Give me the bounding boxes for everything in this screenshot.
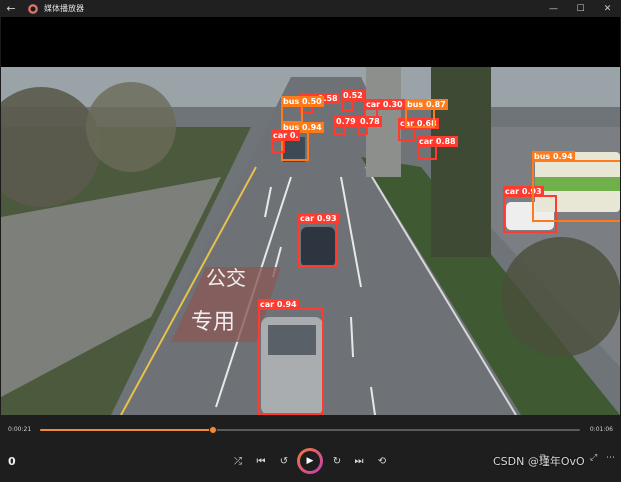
shuffle-button[interactable]: ⤮ [229, 453, 247, 469]
rewind-10-button[interactable]: ↺ [275, 453, 293, 469]
detection-box: bus 0.50 [281, 96, 324, 123]
current-time: 0:00:21 [8, 426, 32, 433]
app-logo-icon [28, 3, 38, 14]
detection-box: bus 0.94 [532, 151, 620, 222]
rewind-10-icon: ↺ [279, 455, 289, 467]
minimize-button[interactable]: — [540, 0, 567, 17]
detection-label: car 0. [271, 130, 301, 141]
detection-box: 0.79 [334, 116, 358, 135]
detection-box: car 0. [271, 130, 301, 153]
forward-30-icon: ↻ [332, 455, 342, 467]
window-title: 媒体播放器 [44, 4, 84, 13]
next-button[interactable]: ⏭ [350, 453, 368, 469]
total-time: 0:01:06 [589, 426, 613, 433]
detection-label: car 0.30 [364, 99, 405, 110]
play-icon: ▶ [306, 456, 314, 466]
detection-label: 0.78 [358, 116, 382, 127]
seek-bar-fill [40, 429, 213, 431]
detection-label: car 0.93 [298, 213, 339, 224]
skip-next-icon: ⏭ [354, 455, 364, 467]
detection-box: car 0.68 [398, 118, 439, 141]
detection-label: 0.52 [341, 90, 365, 101]
volume-value: 0 [8, 455, 16, 468]
seek-bar[interactable] [40, 426, 580, 434]
title-bar: ← 媒体播放器 — ☐ ✕ [0, 0, 621, 17]
detection-box: car 0.88 [417, 136, 458, 160]
bus-lane-text-1: 公交 [206, 266, 246, 290]
bus-lane-text-2: 专用 [191, 310, 235, 335]
forward-30-button[interactable]: ↻ [328, 453, 346, 469]
back-button[interactable]: ← [0, 0, 22, 17]
detection-label: car 0.94 [258, 299, 299, 310]
repeat-icon: ⟲ [377, 455, 387, 467]
skip-previous-icon: ⏮ [256, 455, 266, 467]
shuffle-icon: ⤮ [234, 455, 242, 467]
maximize-icon: ☐ [576, 3, 585, 14]
player-controls: 0:00:21 0:01:06 0 ⤮ ⏮ ↺ ▶ ↻ ⏭ ⟲ ⧉ ⤢ ⋯ [0, 415, 621, 482]
play-button[interactable]: ▶ [297, 448, 323, 474]
close-button[interactable]: ✕ [594, 0, 621, 17]
watermark-text: CSDN @瑾年OvO [493, 455, 585, 468]
minimize-icon: — [549, 3, 558, 14]
detection-box: car 0.94 [258, 299, 324, 415]
seek-thumb[interactable] [208, 426, 217, 434]
detection-box: 0.78 [358, 116, 382, 135]
maximize-button[interactable]: ☐ [567, 0, 594, 17]
video-frame[interactable]: 公交 专用 car 0.94 car 0.93 car 0.93 bus 0.9… [1, 67, 620, 415]
detection-label: 0.79 [334, 116, 358, 127]
fullscreen-button[interactable]: ⤢ [590, 453, 597, 463]
repeat-button[interactable]: ⟲ [373, 453, 391, 469]
more-options-button[interactable]: ⋯ [606, 453, 615, 463]
close-icon: ✕ [603, 3, 612, 14]
detection-label: bus 0.50 [281, 96, 324, 107]
detection-box: car 0.93 [298, 213, 339, 267]
detection-box: bus 0.87 [405, 99, 448, 128]
arrow-left-icon: ← [6, 2, 16, 15]
detection-label: bus 0.87 [405, 99, 448, 110]
detection-box: 0.52 [341, 90, 365, 111]
previous-button[interactable]: ⏮ [252, 453, 270, 469]
detection-label: bus 0.94 [532, 151, 575, 162]
detection-label: car 0.88 [417, 136, 458, 147]
